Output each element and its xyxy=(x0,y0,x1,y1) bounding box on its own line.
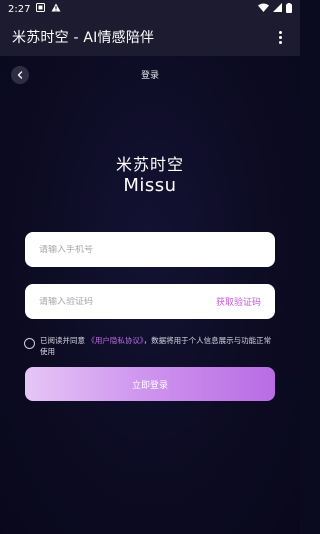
page-title: 登录 xyxy=(140,71,159,81)
status-indicators xyxy=(258,2,292,16)
phone-input[interactable] xyxy=(39,244,261,255)
privacy-policy-link[interactable]: 《用户隐私协议》 xyxy=(87,336,143,345)
signal-icon xyxy=(273,3,282,15)
warning-icon xyxy=(51,3,61,15)
login-screen: 登录 米苏时空 Missu 获取验证码 已阅读并同意 《用户隐私协议》，数据将用… xyxy=(0,56,300,534)
login-button[interactable]: 立即登录 xyxy=(25,367,275,401)
brand-name-en: Missu xyxy=(123,175,177,196)
app-title: 米苏时空 - AI情感陪伴 xyxy=(12,30,155,46)
battery-icon xyxy=(286,2,292,16)
agreement: 已阅读并同意 《用户隐私协议》，数据将用于个人信息展示与功能正常使用 xyxy=(24,335,276,357)
more-options-icon[interactable] xyxy=(272,27,288,47)
phone-field xyxy=(25,232,275,267)
status-time: 2:27 xyxy=(8,3,31,15)
agreement-text: 已阅读并同意 《用户隐私协议》，数据将用于个人信息展示与功能正常使用 xyxy=(40,335,276,357)
get-code-button[interactable]: 获取验证码 xyxy=(216,295,261,308)
status-bar: 2:27 xyxy=(0,0,300,18)
app-bar: 米苏时空 - AI情感陪伴 xyxy=(0,18,300,56)
brand-name-cn: 米苏时空 xyxy=(115,155,184,174)
verification-code-input[interactable] xyxy=(39,296,216,307)
agreement-checkbox[interactable] xyxy=(24,338,35,349)
agreement-prefix: 已阅读并同意 xyxy=(40,336,85,345)
notification-icon xyxy=(36,3,46,15)
code-field: 获取验证码 xyxy=(25,284,275,319)
wifi-icon xyxy=(258,3,269,15)
